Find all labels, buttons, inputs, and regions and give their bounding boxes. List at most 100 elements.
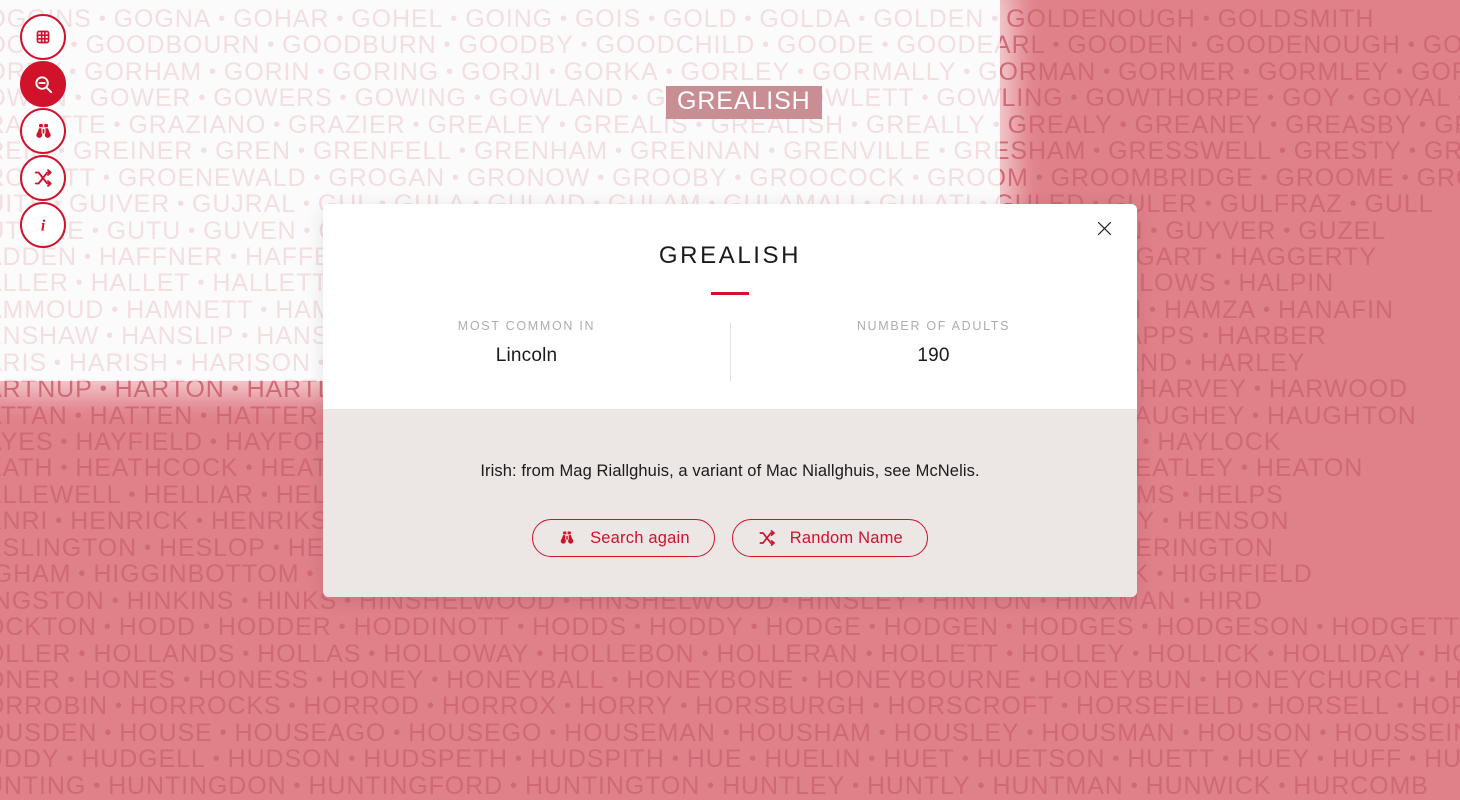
background-name[interactable]: HUFFER [1424, 746, 1460, 772]
background-name[interactable]: HUNTLY [867, 773, 971, 799]
background-name[interactable]: HUNTLEY [722, 773, 845, 799]
background-name[interactable]: HONEYCHURCH [1215, 667, 1422, 693]
background-name[interactable]: HORRY [579, 693, 673, 719]
background-name[interactable]: HODGES [1021, 614, 1135, 640]
background-name[interactable]: GORMALLY [812, 59, 956, 85]
background-name[interactable]: HARLEY [1200, 350, 1305, 376]
background-name[interactable]: GORHAM [84, 59, 202, 85]
background-name[interactable]: HELLIAR [143, 482, 254, 508]
background-name[interactable]: HOUSEGO [408, 720, 542, 746]
background-name[interactable]: GOODER [1423, 32, 1460, 58]
background-name[interactable]: GREINER [73, 138, 193, 164]
background-name[interactable]: HOCKTON [0, 614, 97, 640]
background-name[interactable]: HARBER [1217, 323, 1327, 349]
background-name[interactable]: GOWERS [213, 85, 332, 111]
background-name[interactable]: HONEYBONE [626, 667, 794, 693]
background-name[interactable]: GRESSWELL [1108, 138, 1272, 164]
background-name[interactable]: HUNTING [0, 773, 86, 799]
background-name[interactable]: GOHAR [233, 6, 329, 32]
background-name[interactable]: HORROD [303, 693, 420, 719]
background-name[interactable]: GREASLEY [1434, 112, 1460, 138]
background-name[interactable]: HODGE [766, 614, 862, 640]
background-name[interactable]: GREN [215, 138, 291, 164]
background-name[interactable]: HARTNUP [0, 376, 93, 402]
background-name[interactable]: GRESTY [1294, 138, 1402, 164]
background-name[interactable]: GRAZIANO [128, 112, 266, 138]
background-name[interactable]: GRENNAN [630, 138, 761, 164]
background-name[interactable]: GORKA [564, 59, 659, 85]
background-name[interactable]: HURCOMB [1293, 773, 1428, 799]
background-name[interactable]: GORJI [461, 59, 542, 85]
background-name[interactable]: GUIVER [69, 191, 170, 217]
background-name[interactable]: GROOME [1275, 165, 1394, 191]
background-name[interactable]: HUDDY [0, 746, 59, 772]
background-name[interactable]: HUDSPITH [530, 746, 665, 772]
background-name[interactable]: GROOMBRIDGE [1051, 165, 1254, 191]
background-name[interactable]: HIGHAM [0, 561, 71, 587]
background-name[interactable]: HENSON [1177, 508, 1289, 534]
background-name[interactable]: HOLLETT [880, 641, 999, 667]
info-button[interactable]: i [20, 202, 66, 248]
background-name[interactable]: GOODBY [459, 32, 574, 58]
background-name[interactable]: HUETT [1127, 746, 1215, 772]
background-name[interactable]: HUE [687, 746, 742, 772]
background-name[interactable]: HOLLER [0, 641, 71, 667]
background-name[interactable]: HESLINGTON [0, 535, 137, 561]
background-name[interactable]: HUNWICK [1146, 773, 1272, 799]
background-name[interactable]: GOGNA [114, 6, 212, 32]
background-name[interactable]: HATTER [215, 403, 319, 429]
background-name[interactable]: GOODCHILD [596, 32, 756, 58]
background-name[interactable]: HANAFIN [1278, 297, 1394, 323]
background-name[interactable]: GUYVER [1165, 218, 1276, 244]
background-name[interactable]: HAFFNER [99, 244, 223, 270]
background-name[interactable]: HALLER [0, 270, 69, 296]
background-name[interactable]: GUVEN [203, 218, 296, 244]
background-name[interactable]: GREALLY [866, 112, 986, 138]
background-name[interactable]: GOODBURN [282, 32, 436, 58]
background-name[interactable]: GOIS [575, 6, 641, 32]
background-name[interactable]: HUDGELL [81, 746, 205, 772]
background-name[interactable]: HOUSON [1197, 720, 1312, 746]
background-name[interactable]: HESLOP [159, 535, 266, 561]
background-name[interactable]: HOUSE [119, 720, 212, 746]
background-name[interactable]: HOLLERAN [716, 641, 858, 667]
background-name[interactable]: HIRD [1198, 588, 1263, 614]
background-name[interactable]: GOLDEN [873, 6, 984, 32]
background-name[interactable]: HUET [883, 746, 955, 772]
background-name[interactable]: GOHEL [351, 6, 443, 32]
background-name[interactable]: HONEYBOURNE [816, 667, 1022, 693]
background-name[interactable]: GOWTHORPE [1085, 85, 1260, 111]
background-name[interactable]: HIGHFIELD [1171, 561, 1312, 587]
search-again-button[interactable]: Search again [532, 519, 715, 557]
background-name[interactable]: HAUGHTON [1267, 403, 1417, 429]
background-name[interactable]: GOWLING [936, 85, 1063, 111]
background-name[interactable]: HATTAN [0, 403, 68, 429]
background-name[interactable]: GORMLEY [1258, 59, 1389, 85]
background-name[interactable]: HORROBIN [0, 693, 108, 719]
background-name[interactable]: HAYFIELD [75, 429, 203, 455]
background-name[interactable]: HARWOOD [1269, 376, 1408, 402]
background-name[interactable]: GORMAN [978, 59, 1096, 85]
background-name[interactable]: GUTU [107, 218, 181, 244]
background-name[interactable]: GOLD [663, 6, 737, 32]
background-name[interactable]: HAMNETT [126, 297, 253, 323]
background-name[interactable]: HALPIN [1238, 270, 1334, 296]
background-name[interactable]: HOLLICK [1147, 641, 1260, 667]
background-name[interactable]: HAGGERTY [1230, 244, 1377, 270]
background-name[interactable]: GRENFELL [313, 138, 452, 164]
random-name-button[interactable] [20, 155, 66, 201]
background-name[interactable]: GOODE [777, 32, 875, 58]
background-name[interactable]: HUNTINGDON [108, 773, 286, 799]
highlighted-name-chip[interactable]: GREALISH [666, 86, 822, 119]
zoom-out-button[interactable] [20, 61, 66, 107]
background-name[interactable]: GORMER [1118, 59, 1236, 85]
background-name[interactable]: HODDINOTT [354, 614, 511, 640]
background-name[interactable]: GOYAL [1362, 85, 1451, 111]
background-name[interactable]: GROOCOCK [749, 165, 905, 191]
background-name[interactable]: GUJRAL [192, 191, 296, 217]
background-name[interactable]: GRAZIER [288, 112, 405, 138]
background-name[interactable]: GULFRAZ [1220, 191, 1343, 217]
background-name[interactable]: HANSLIP [121, 323, 234, 349]
background-name[interactable]: HARISH [69, 350, 169, 376]
background-name[interactable]: GOODENOUGH [1206, 32, 1401, 58]
